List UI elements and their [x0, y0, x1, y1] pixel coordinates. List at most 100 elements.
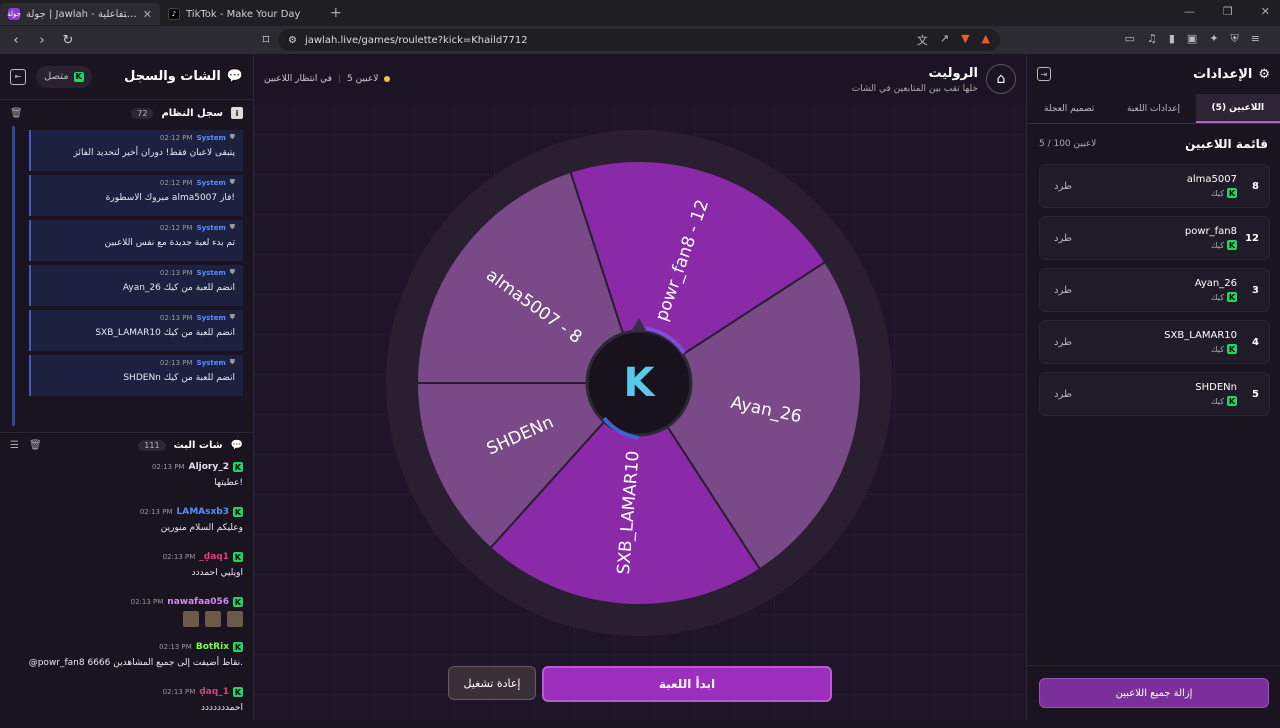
brave-shield-icon[interactable]: ▼: [961, 32, 969, 48]
game-state: في انتظار اللاعبين: [264, 74, 332, 84]
message-user[interactable]: _ḍaq1: [199, 552, 229, 562]
kick-button[interactable]: طرد: [1054, 181, 1072, 192]
platform-label: كيك: [1211, 188, 1224, 198]
sidebar-icon[interactable]: ▮: [1169, 32, 1175, 46]
message-user[interactable]: nawafaa056: [167, 597, 229, 607]
platform-label: كيك: [1211, 344, 1224, 354]
collapse-settings-icon[interactable]: ⇥: [1037, 67, 1051, 81]
kick-button[interactable]: طرد: [1054, 233, 1072, 244]
music-icon[interactable]: ♫: [1147, 32, 1157, 46]
player-platform: كيك K: [1195, 396, 1237, 406]
message-user[interactable]: BotRix: [196, 642, 229, 652]
restore-icon[interactable]: ❐: [1223, 5, 1233, 18]
game-header: ⌂ الروليت خلها تقب بين المتابعين في الشا…: [254, 54, 1026, 106]
system-message: 02:12 PM System ⛊ مبروك الاسطورة alma5007 …: [29, 175, 243, 216]
clear-chat-icon[interactable]: 🗑: [29, 440, 42, 451]
game-area: ⌂ الروليت خلها تقب بين المتابعين في الشا…: [254, 54, 1026, 720]
message-time: 02:13 PM: [159, 268, 193, 277]
roulette-wheel[interactable]: powr_fan8 - 12 Ayan_26 SXB_LAMAR10 SHDENn al…: [384, 128, 894, 638]
start-game-button[interactable]: ابدأ اللعبة: [542, 666, 832, 702]
message-text: تم بدء لعبة جديدة مع نفس اللاعبين: [104, 238, 235, 248]
platform-label: كيك: [1211, 396, 1224, 406]
ai-icon[interactable]: ✦: [1209, 32, 1218, 46]
site-info-icon[interactable]: ⚙: [288, 35, 297, 46]
browser-tab-tiktok[interactable]: ♪ TikTok - Make Your Day: [160, 3, 320, 25]
kick-button[interactable]: طرد: [1054, 285, 1072, 296]
close-tab-icon[interactable]: ✕: [143, 8, 152, 21]
stream-chat-count: 111: [138, 440, 166, 451]
home-button[interactable]: ⌂: [986, 64, 1016, 94]
reload-icon[interactable]: ↻: [60, 33, 76, 48]
close-window-icon[interactable]: ✕: [1261, 5, 1270, 18]
status-text: متصل: [44, 71, 69, 82]
player-platform: كيك K: [1195, 292, 1237, 302]
message-user[interactable]: LAMAsxb3: [177, 507, 230, 517]
stream-options-icon[interactable]: ☰: [10, 440, 19, 451]
tab-players[interactable]: اللاعبين (5): [1195, 94, 1280, 123]
chat-message: 02:13 PM nawafaa056 K: [10, 593, 243, 638]
forward-icon[interactable]: ›: [34, 33, 50, 48]
url-actions: 文 ↗ ▼ ▲: [917, 32, 990, 48]
chat-message: 02:13 PM BotRix K @powr_fan8 6666 نقاط أضي…: [10, 638, 243, 683]
kick-button[interactable]: طرد: [1054, 389, 1072, 400]
menu-icon[interactable]: ≡: [1251, 32, 1260, 46]
kick-icon: K: [1227, 344, 1237, 354]
clear-log-icon[interactable]: 🗑: [10, 108, 23, 119]
stream-chat-header: ☰ 🗑 111 شات البث 💬: [0, 432, 253, 458]
tab-title: TikTok - Make Your Day: [186, 8, 301, 20]
platform-label: كيك: [1211, 240, 1224, 250]
message-user[interactable]: Aljory_2: [189, 462, 229, 472]
translate-icon[interactable]: 文: [917, 32, 928, 48]
new-tab-button[interactable]: +: [320, 5, 352, 21]
chat-bubble-icon: 💬: [226, 69, 243, 84]
message-sender: System: [196, 358, 226, 367]
back-icon[interactable]: ‹: [8, 33, 24, 48]
bot-icon: ⛊: [229, 268, 235, 276]
kick-icon: K: [1227, 188, 1237, 198]
message-time: 02:12 PM: [159, 133, 193, 142]
kick-button[interactable]: طرد: [1054, 337, 1072, 348]
message-time: 02:13 PM: [162, 688, 196, 696]
share-icon[interactable]: ↗: [940, 32, 949, 48]
game-title-block: الروليت خلها تقب بين المتابعين في الشات: [852, 66, 978, 94]
settings-header: ⇥ الإعدادات ⚙: [1027, 54, 1280, 94]
message-time: 02:13 PM: [159, 313, 193, 322]
tab-game-settings[interactable]: إعدادات اللعبة: [1111, 94, 1195, 123]
home-icon: ⌂: [996, 71, 1006, 87]
player-number: 12: [1245, 232, 1259, 244]
bookmark-icon[interactable]: ⌑: [258, 33, 274, 48]
player-row: طرد SHDENn كيك K 5: [1039, 372, 1270, 416]
stream-chat-list[interactable]: 02:13 PM Aljory_2 K عطيتها! 02:13 PM LAMAsx…: [0, 458, 253, 728]
vpn-icon[interactable]: ⛨: [1231, 32, 1239, 46]
player-number: 8: [1252, 180, 1259, 192]
players-header: 5 / 100 لاعبين قائمة اللاعبين: [1027, 124, 1280, 164]
minimize-icon[interactable]: —: [1184, 5, 1195, 18]
chat-title-text: الشات والسجل: [124, 69, 221, 84]
wallet-icon[interactable]: ▣: [1187, 32, 1197, 46]
message-time: 02:12 PM: [159, 223, 193, 232]
remove-all-players-button[interactable]: إزالة جميع اللاعبين: [1039, 678, 1269, 708]
message-text: مبروك الاسطورة alma5007 فاز!: [105, 193, 235, 203]
players-capacity: 5 / 100 لاعبين: [1039, 139, 1097, 149]
message-user[interactable]: ḍaq_1: [199, 687, 229, 697]
collapse-panel-icon[interactable]: ⇤: [10, 68, 26, 85]
system-log-list[interactable]: 02:12 PM System ⛊ يتبقى لاعبان فقط! دوران …: [12, 126, 253, 426]
player-name: SHDENn: [1195, 382, 1237, 393]
app: ⇤ متصل K الشات والسجل 💬 🗑 72 سجل النظام …: [0, 54, 1280, 720]
kick-icon: K: [233, 462, 243, 472]
message-time: 02:13 PM: [162, 553, 196, 561]
rewards-icon[interactable]: ▲: [982, 32, 990, 48]
restart-button[interactable]: إعادة تشغيل: [448, 666, 536, 700]
tab-wheel-design[interactable]: تصميم العجلة: [1027, 94, 1111, 123]
url-field[interactable]: ⚙ jawlah.live/games/roulette?kick=Khaild…: [278, 29, 1000, 51]
browser-tab-jawlah[interactable]: جولة جولة | Jawlah - منصة الألعاب التفاع…: [0, 3, 160, 25]
gear-icon: ⚙: [1258, 66, 1270, 82]
message-time: 02:13 PM: [139, 508, 173, 516]
settings-panel: ⇥ الإعدادات ⚙ تصميم العجلة إعدادات اللعب…: [1026, 54, 1280, 720]
message-time: 02:13 PM: [159, 358, 193, 367]
sidebar-panel-icon[interactable]: ▭: [1125, 32, 1135, 46]
kick-icon: K: [1227, 396, 1237, 406]
players-count: 5 لاعبين: [347, 74, 379, 84]
system-log-title-text: سجل النظام: [161, 107, 223, 119]
player-platform: كيك K: [1185, 240, 1237, 250]
